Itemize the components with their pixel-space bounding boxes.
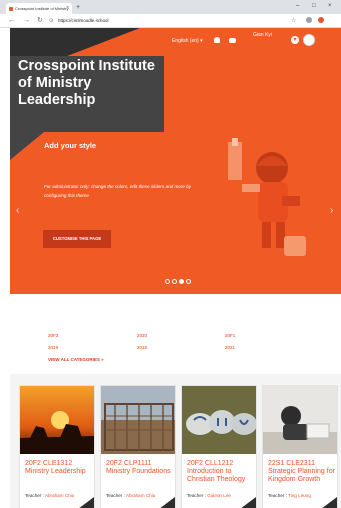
browser-tab-bar: Crosspoint Institute of Ministry × + – □… — [0, 0, 341, 14]
language-selector[interactable]: English (en) ▾ — [172, 38, 203, 44]
category-link[interactable]: 2021 — [225, 345, 235, 350]
messages-icon[interactable] — [229, 38, 236, 43]
card-corner-decoration — [240, 497, 256, 508]
bookmark-star-icon[interactable]: ☆ — [291, 17, 296, 25]
slider-next-icon[interactable]: › — [330, 206, 333, 216]
tab-title: Crosspoint Institute of Ministry — [15, 6, 69, 11]
painter-illustration — [228, 138, 306, 256]
slider-dot[interactable] — [172, 279, 177, 284]
notifications-bell-icon[interactable] — [214, 37, 220, 43]
view-all-categories-link[interactable]: VIEW ALL CATEGORIES » — [48, 357, 104, 362]
user-menu-chevron-icon[interactable]: ▾ — [291, 36, 299, 44]
hero-slider: Crosspoint Institute of Ministry Leaders… — [10, 28, 341, 294]
back-icon[interactable]: ← — [8, 17, 15, 25]
categories-section: 20F3 2020 20F1 2019 2018 2021 VIEW ALL C… — [0, 294, 341, 374]
maximize-icon[interactable]: □ — [312, 2, 316, 11]
slide-description: For administrator only: change the color… — [44, 184, 192, 198]
courses-section: 20F2 CLE1312 Ministry Leadership Teacher… — [10, 374, 341, 508]
card-corner-decoration — [159, 497, 175, 508]
reload-icon[interactable]: ↻ — [37, 17, 43, 25]
slider-prev-icon[interactable]: ‹ — [16, 206, 19, 216]
address-bar: ← → ↻ ⊙ https://cimlmoodle.school ☆ — [0, 14, 341, 28]
course-title[interactable]: 20F2 CLP1111 Ministry Foundations — [106, 460, 175, 476]
category-link[interactable]: 20F1 — [225, 333, 235, 338]
course-image — [263, 386, 337, 454]
course-title[interactable]: 20F2 CLE1312 Ministry Leadership — [25, 460, 94, 476]
category-link[interactable]: 2020 — [137, 333, 147, 338]
course-title[interactable]: 22S1 CLE2311 Strategic Planning for King… — [268, 460, 337, 484]
course-card[interactable]: 22S1 CLE2311 Strategic Planning for King… — [262, 385, 338, 508]
browser-tab[interactable]: Crosspoint Institute of Ministry × — [6, 3, 72, 14]
slider-dots — [165, 271, 193, 284]
avatar[interactable] — [303, 34, 315, 46]
card-corner-decoration — [78, 497, 94, 508]
customise-page-button[interactable]: CUSTOMISE THIS PAGE — [43, 230, 111, 248]
course-image — [20, 386, 94, 454]
window-close-icon[interactable]: × — [328, 2, 332, 11]
minimize-icon[interactable]: – — [296, 2, 299, 11]
course-title[interactable]: 20F2 CLL1212 Introduction to Christian T… — [187, 460, 256, 484]
forward-icon[interactable]: → — [23, 17, 30, 25]
category-link[interactable]: 2018 — [137, 345, 147, 350]
new-tab-button[interactable]: + — [76, 3, 80, 12]
lock-icon: ⊙ — [49, 18, 54, 24]
user-name[interactable]: Gian Kyi — [253, 31, 277, 40]
course-image — [182, 386, 256, 454]
site-favicon-icon — [9, 7, 13, 11]
site-title[interactable]: Crosspoint Institute of Ministry Leaders… — [18, 58, 164, 109]
category-link[interactable]: 20F3 — [48, 333, 58, 338]
slider-dot[interactable] — [165, 279, 170, 284]
course-card[interactable]: 20F2 CLE1312 Ministry Leadership Teacher… — [19, 385, 95, 508]
course-card[interactable]: 20F2 CLL1212 Introduction to Christian T… — [181, 385, 257, 508]
slider-dot[interactable] — [186, 279, 191, 284]
slide-heading: Add your style — [44, 141, 97, 150]
extension-icon[interactable] — [306, 17, 312, 23]
url-field[interactable]: https://cimlmoodle.school — [58, 17, 109, 25]
slider-dot-active[interactable] — [179, 279, 184, 284]
course-card[interactable]: 20F2 CLP1111 Ministry Foundations Teache… — [100, 385, 176, 508]
card-corner-decoration — [321, 497, 337, 508]
title-banner-tail — [10, 132, 44, 160]
tab-close-icon[interactable]: × — [66, 3, 69, 14]
profile-icon[interactable] — [318, 17, 324, 23]
category-link[interactable]: 2019 — [48, 345, 58, 350]
course-image — [101, 386, 175, 454]
